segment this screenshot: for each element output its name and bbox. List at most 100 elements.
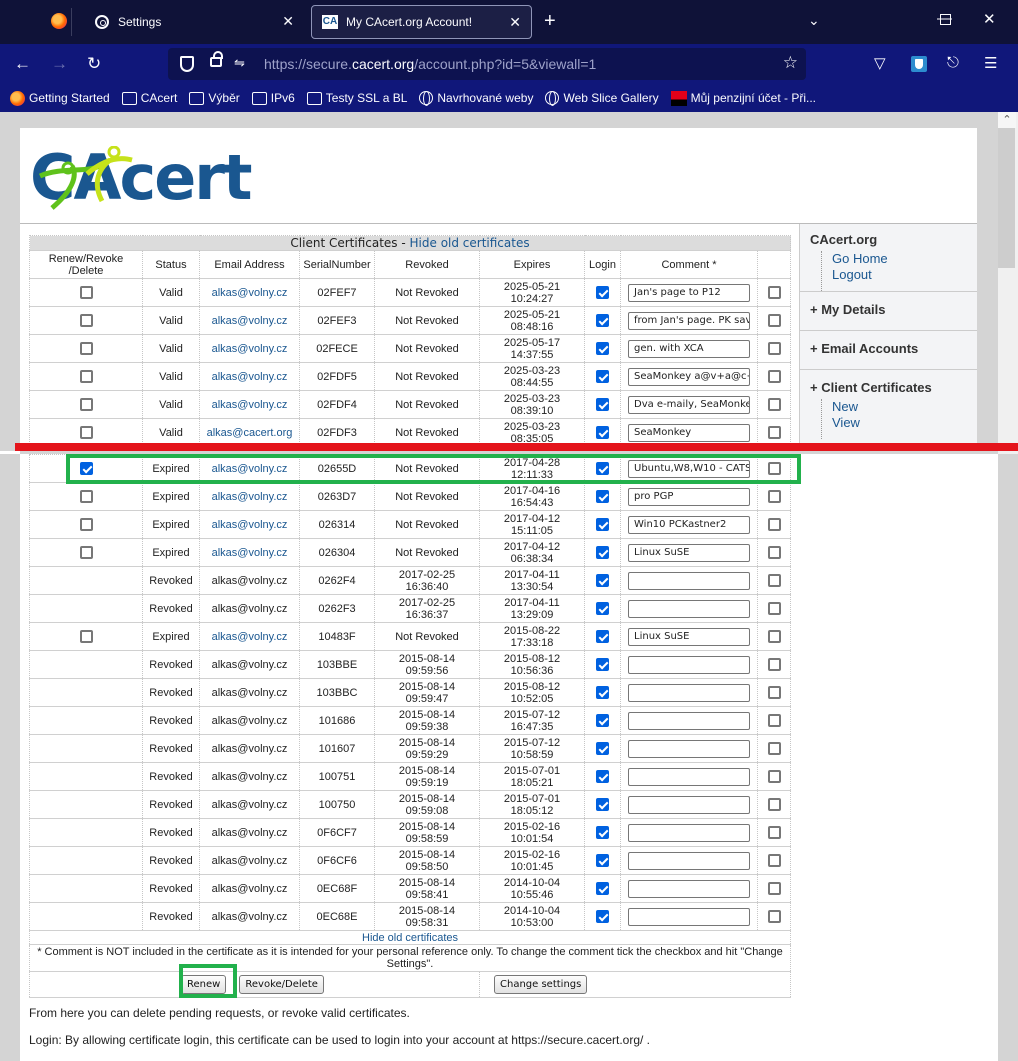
comment-input[interactable]: SeaMonkey [628,423,750,442]
login-checkbox[interactable] [596,770,609,783]
comment-input[interactable]: Linux SuSE [628,627,750,646]
login-checkbox[interactable] [596,546,609,559]
chevron-down-icon[interactable]: ⌄ [808,12,820,29]
change-comment-checkbox[interactable] [767,770,781,783]
comment-input[interactable] [628,683,750,702]
select-checkbox[interactable] [79,370,93,383]
select-checkbox[interactable] [79,546,93,559]
comment-input[interactable]: pro PGP [628,487,750,506]
select-checkbox[interactable] [79,426,93,439]
maximize-button[interactable] [940,14,951,25]
comment-input[interactable] [628,879,750,898]
sidebar-link-new[interactable]: New [832,399,967,415]
select-checkbox[interactable] [79,490,93,503]
change-comment-checkbox[interactable] [767,714,781,727]
change-comment-checkbox[interactable] [767,426,781,439]
login-checkbox[interactable] [596,630,609,643]
change-comment-checkbox[interactable] [767,370,781,383]
email-link[interactable]: alkas@volny.cz [212,463,288,475]
url-text[interactable]: https://secure.cacert.org/account.php?id… [264,56,596,72]
comment-input[interactable] [628,599,750,618]
comment-input[interactable] [628,907,750,926]
login-checkbox[interactable] [596,574,609,587]
login-checkbox[interactable] [596,398,609,411]
bookmark-folder-ipv6[interactable]: IPv6 [251,91,295,105]
comment-input[interactable] [628,711,750,730]
renew-button[interactable]: Renew [181,975,227,994]
change-comment-checkbox[interactable] [767,826,781,839]
url-bar[interactable]: ⇋ https://secure.cacert.org/account.php?… [168,48,806,80]
change-comment-checkbox[interactable] [767,910,781,923]
email-link[interactable]: alkas@volny.cz [212,519,288,531]
comment-input[interactable]: SeaMonkey a@v+a@c+S [628,367,750,386]
login-checkbox[interactable] [596,686,609,699]
pocket-icon[interactable]: ▽ [874,54,886,72]
comment-input[interactable]: Dva e-maily, SeaMonkey [628,395,750,414]
select-checkbox[interactable] [79,462,93,475]
cacert-logo[interactable]: CAcert [30,146,252,210]
select-checkbox[interactable] [79,342,93,355]
login-checkbox[interactable] [596,314,609,327]
change-comment-checkbox[interactable] [767,630,781,643]
bookmark-navrhovane-weby[interactable]: Navrhované weby [419,91,533,106]
comment-input[interactable] [628,823,750,842]
bookmark-folder-cacert[interactable]: CAcert [121,91,177,105]
comment-input[interactable]: gen. with XCA [628,339,750,358]
change-settings-button[interactable]: Change settings [494,975,588,994]
sidebar-link-go-home[interactable]: Go Home [832,251,967,267]
hide-old-certificates-link[interactable]: Hide old certificates [410,236,530,250]
change-comment-checkbox[interactable] [767,602,781,615]
change-comment-checkbox[interactable] [767,798,781,811]
back-button[interactable]: ← [14,53,31,75]
hide-old-certificates-footer-link[interactable]: Hide old certificates [362,932,458,944]
bookmark-getting-started[interactable]: Getting Started [10,90,110,106]
login-checkbox[interactable] [596,658,609,671]
login-checkbox[interactable] [596,342,609,355]
login-checkbox[interactable] [596,910,609,923]
comment-input[interactable] [628,655,750,674]
close-tab-icon[interactable]: ✕ [509,14,521,31]
permissions-icon[interactable]: ⇋ [234,55,245,71]
login-checkbox[interactable] [596,826,609,839]
bitwarden-shield-icon[interactable] [911,56,927,72]
shield-icon[interactable] [180,56,194,72]
login-checkbox[interactable] [596,742,609,755]
sidebar-link-view[interactable]: View [832,415,967,431]
change-comment-checkbox[interactable] [767,574,781,587]
login-checkbox[interactable] [596,462,609,475]
bookmark-penzijni-ucet[interactable]: Můj penzijní účet - Při... [670,90,816,106]
extensions-puzzle-icon[interactable]: ⎋ [947,54,959,71]
change-comment-checkbox[interactable] [767,314,781,327]
change-comment-checkbox[interactable] [767,742,781,755]
bookmark-web-slice-gallery[interactable]: Web Slice Gallery [545,91,659,106]
change-comment-checkbox[interactable] [767,658,781,671]
login-checkbox[interactable] [596,882,609,895]
comment-input[interactable]: Linux SuSE [628,543,750,562]
login-checkbox[interactable] [596,602,609,615]
login-checkbox[interactable] [596,490,609,503]
select-checkbox[interactable] [79,518,93,531]
change-comment-checkbox[interactable] [767,882,781,895]
email-link[interactable]: alkas@volny.cz [212,343,288,355]
change-comment-checkbox[interactable] [767,286,781,299]
menu-hamburger-icon[interactable]: ☰ [984,54,997,72]
change-comment-checkbox[interactable] [767,854,781,867]
select-checkbox[interactable] [79,630,93,643]
comment-input[interactable]: Win10 PCKastner2 [628,515,750,534]
scrollbar-track-lower[interactable] [998,454,1018,1061]
comment-input[interactable]: Jan's page to P12 [628,283,750,302]
login-checkbox[interactable] [596,286,609,299]
comment-input[interactable]: Ubuntu,W8,W10 - CATS [628,459,750,478]
bookmark-folder-testy-ssl[interactable]: Testy SSL a BL [306,91,407,105]
email-link[interactable]: alkas@volny.cz [212,631,288,643]
lock-icon[interactable] [210,51,223,67]
scrollbar-thumb[interactable] [998,128,1015,268]
login-checkbox[interactable] [596,854,609,867]
bookmark-star-icon[interactable]: ☆ [783,53,798,73]
select-checkbox[interactable] [79,398,93,411]
comment-input[interactable] [628,767,750,786]
comment-input[interactable] [628,739,750,758]
email-link[interactable]: alkas@volny.cz [212,315,288,327]
change-comment-checkbox[interactable] [767,686,781,699]
comment-input[interactable] [628,571,750,590]
